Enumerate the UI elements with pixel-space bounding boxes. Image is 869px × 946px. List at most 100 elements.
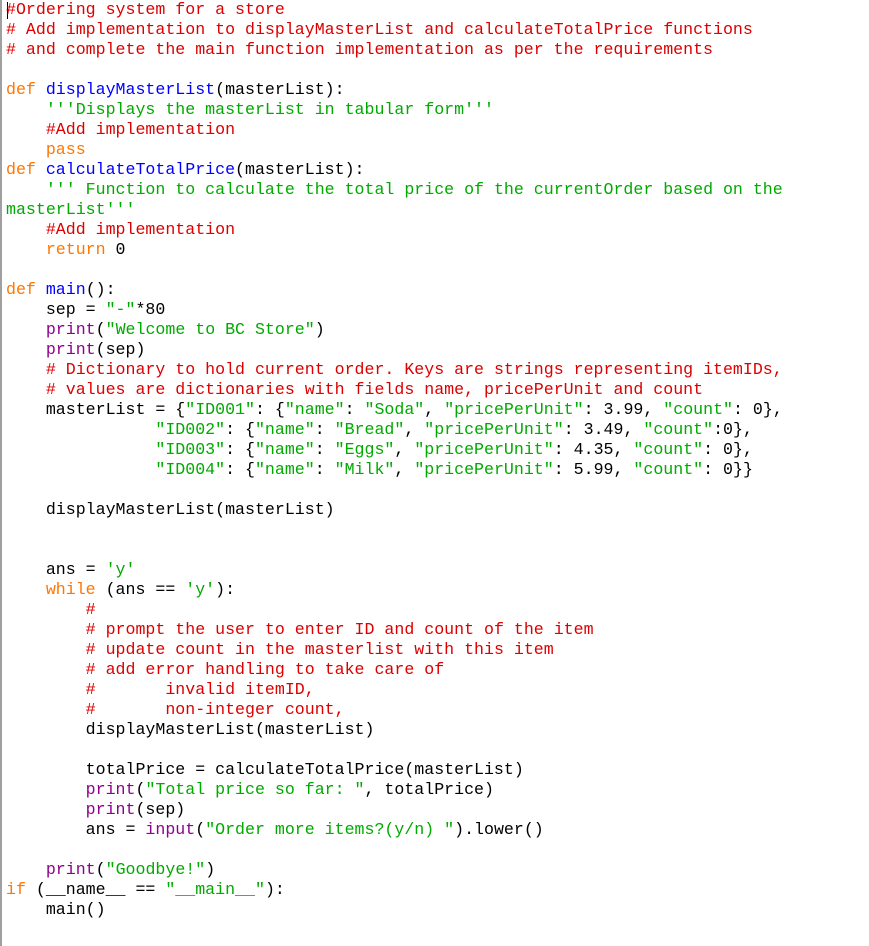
code-line[interactable]: print("Goodbye!") <box>6 860 783 880</box>
code-line[interactable]: "ID004": {"name": "Milk", "pricePerUnit"… <box>6 460 783 480</box>
code-token: ( <box>95 320 106 339</box>
code-area[interactable]: #Ordering system for a store # Add implem… <box>6 0 783 920</box>
builtin-token: input <box>145 820 196 839</box>
code-line[interactable]: ''' Function to calculate the total pric… <box>6 180 783 200</box>
code-line[interactable]: print(sep) <box>6 800 783 820</box>
code-line[interactable]: "ID003": {"name": "Eggs", "pricePerUnit"… <box>6 440 783 460</box>
code-line[interactable]: sep = "-"*80 <box>6 300 783 320</box>
code-token: , <box>394 460 415 479</box>
code-token: : { <box>225 420 255 439</box>
code-line[interactable]: displayMasterList(masterList) <box>6 720 783 740</box>
code-token: ans = <box>6 820 146 839</box>
code-line[interactable]: totalPrice = calculateTotalPrice(masterL… <box>6 760 783 780</box>
string-token: "name" <box>254 460 315 479</box>
code-line[interactable]: # prompt the user to enter ID and count … <box>6 620 783 640</box>
string-token: "Eggs" <box>334 440 395 459</box>
comment-token: # values are dictionaries with fields na… <box>45 380 704 399</box>
code-token: : 3.49, <box>563 420 644 439</box>
code-token: , <box>424 400 445 419</box>
code-line[interactable] <box>6 480 783 500</box>
function-name-token: displayMasterList <box>45 80 216 99</box>
code-token: : { <box>225 440 255 459</box>
code-token: ): <box>264 880 285 899</box>
code-line[interactable]: ans = 'y' <box>6 560 783 580</box>
keyword-token: pass <box>45 140 86 159</box>
string-token: "Milk" <box>334 460 395 479</box>
code-token: ( <box>195 820 206 839</box>
code-line[interactable]: ans = input("Order more items?(y/n) ").l… <box>6 820 783 840</box>
code-line[interactable] <box>6 520 783 540</box>
code-line[interactable]: #Add implementation <box>6 220 783 240</box>
code-token: 0 <box>105 240 126 259</box>
code-line[interactable]: "ID002": {"name": "Bread", "pricePerUnit… <box>6 420 783 440</box>
code-token: : 4.35, <box>553 440 634 459</box>
code-line[interactable]: #Add implementation <box>6 120 783 140</box>
string-token: "count" <box>633 460 704 479</box>
keyword-token: def <box>6 280 46 299</box>
code-token: (): <box>85 280 116 299</box>
code-line[interactable]: # Dictionary to hold current order. Keys… <box>6 360 783 380</box>
code-line[interactable]: pass <box>6 140 783 160</box>
code-line[interactable]: # <box>6 600 783 620</box>
code-line[interactable]: def displayMasterList(masterList): <box>6 80 783 100</box>
code-line[interactable]: # update count in the masterlist with th… <box>6 640 783 660</box>
code-line[interactable]: return 0 <box>6 240 783 260</box>
code-line[interactable]: if (__name__ == "__main__"): <box>6 880 783 900</box>
code-line[interactable] <box>6 260 783 280</box>
code-line[interactable]: displayMasterList(masterList) <box>6 500 783 520</box>
code-token: : 0}} <box>703 460 753 479</box>
code-token: (sep) <box>95 340 146 359</box>
code-line[interactable]: #Ordering system for a store <box>6 0 783 20</box>
code-line[interactable]: # and complete the main function impleme… <box>6 40 783 60</box>
comment-token: #Ordering system for a store <box>6 0 285 19</box>
code-token: : { <box>254 400 285 419</box>
comment-token: # prompt the user to enter ID and count … <box>85 620 594 639</box>
string-token: "Total price so far: " <box>145 780 365 799</box>
function-name-token: main <box>45 280 86 299</box>
comment-token: # Add implementation to displayMasterLis… <box>6 20 753 39</box>
string-token: "count" <box>633 440 704 459</box>
string-token: masterList''' <box>6 200 136 219</box>
string-token: "__main__" <box>165 880 265 899</box>
string-token: "pricePerUnit" <box>414 440 554 459</box>
code-token: ).lower() <box>454 820 544 839</box>
code-line[interactable]: masterList = {"ID001": {"name": "Soda", … <box>6 400 783 420</box>
code-line[interactable]: # non-integer count, <box>6 700 783 720</box>
code-token: : <box>314 460 335 479</box>
string-token: "name" <box>284 400 345 419</box>
string-token: "Soda" <box>364 400 425 419</box>
code-token: ): <box>215 580 236 599</box>
code-line[interactable] <box>6 60 783 80</box>
code-editor[interactable]: #Ordering system for a store # Add implem… <box>0 0 869 946</box>
code-line[interactable] <box>6 740 783 760</box>
code-line[interactable]: while (ans == 'y'): <box>6 580 783 600</box>
code-line[interactable]: def main(): <box>6 280 783 300</box>
string-token: "-" <box>105 300 136 319</box>
code-line[interactable]: print("Total price so far: ", totalPrice… <box>6 780 783 800</box>
code-line[interactable]: # Add implementation to displayMasterLis… <box>6 20 783 40</box>
code-line[interactable] <box>6 840 783 860</box>
code-token: : 5.99, <box>553 460 634 479</box>
code-token: : { <box>225 460 255 479</box>
code-line[interactable]: # invalid itemID, <box>6 680 783 700</box>
code-line[interactable]: def calculateTotalPrice(masterList): <box>6 160 783 180</box>
string-token: "ID004" <box>155 460 226 479</box>
string-token: "count" <box>643 420 714 439</box>
code-line[interactable]: main() <box>6 900 783 920</box>
code-line[interactable]: print("Welcome to BC Store") <box>6 320 783 340</box>
code-line[interactable] <box>6 540 783 560</box>
code-token: : <box>344 400 365 419</box>
code-line[interactable]: # add error handling to take care of <box>6 660 783 680</box>
code-line[interactable]: '''Displays the masterList in tabular fo… <box>6 100 783 120</box>
code-line[interactable]: print(sep) <box>6 340 783 360</box>
code-line[interactable]: # values are dictionaries with fields na… <box>6 380 783 400</box>
code-line[interactable]: masterList''' <box>6 200 783 220</box>
